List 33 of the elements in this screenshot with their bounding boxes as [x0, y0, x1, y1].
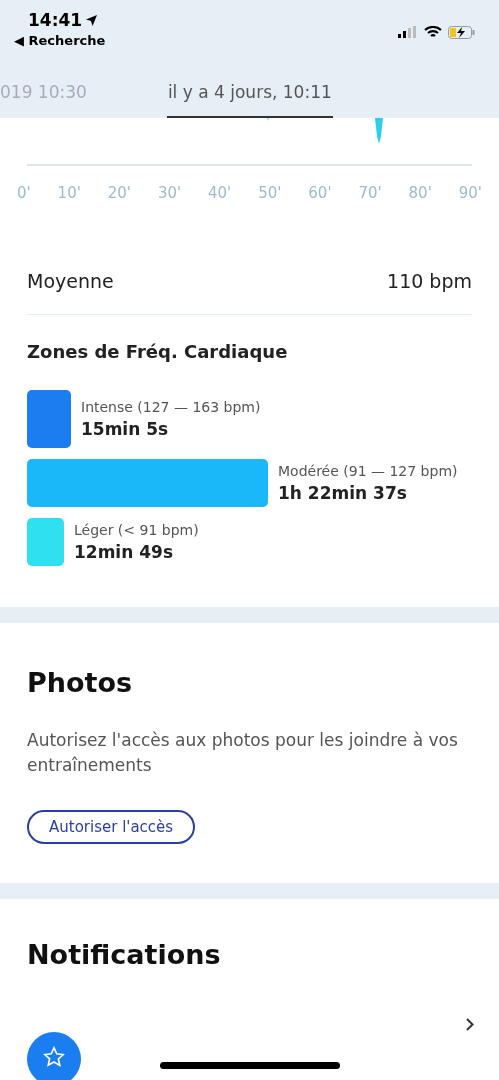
axis-label: 0' — [17, 184, 31, 202]
zone-duration: 12min 49s — [74, 542, 174, 562]
zone-duration: 15min 5s — [81, 419, 170, 439]
location-icon — [86, 14, 98, 26]
photos-title: Photos — [27, 667, 134, 698]
notifications-title: Notifications — [27, 939, 222, 970]
notification-star-badge[interactable] — [27, 1032, 81, 1080]
axis-label: 40' — [208, 184, 232, 202]
battery-icon — [448, 25, 475, 39]
zone-label: Léger (< 91 bpm) — [74, 522, 199, 538]
chevron-right-icon[interactable] — [466, 1018, 474, 1031]
axis-label: 50' — [258, 184, 282, 202]
axis-label: 10' — [57, 184, 81, 202]
signal-icon — [398, 26, 418, 38]
date-tab[interactable]: il y a 4 jours, 10:11 — [166, 82, 333, 118]
status-time: 14:41 — [14, 10, 106, 30]
axis-label: 20' — [107, 184, 131, 202]
axis-label: 70' — [358, 184, 382, 202]
wifi-icon — [424, 25, 442, 39]
average-value: 110 bpm — [387, 270, 472, 292]
axis-label: 30' — [157, 184, 182, 202]
back-link[interactable]: ◀ Recherche — [14, 33, 106, 48]
photos-description: Autorisez l'accès aux photos pour les joindre à vos entraînements — [27, 729, 459, 777]
zone-label: Intense (127 — 163 bpm) — [81, 399, 261, 415]
star-icon — [43, 1046, 65, 1068]
axis-label: 80' — [408, 184, 432, 202]
zone-duration: 1h 22min 37s — [278, 483, 408, 503]
zone-label: Modérée (91 — 127 bpm) — [278, 463, 458, 479]
allow-access-button[interactable]: Autoriser l'accès — [27, 810, 196, 844]
axis-label: 90' — [458, 184, 482, 202]
zones-title: Zones de Fréq. Cardiaque — [27, 341, 289, 362]
average-label: Moyenne — [27, 270, 114, 292]
axis-label: 60' — [308, 184, 332, 202]
